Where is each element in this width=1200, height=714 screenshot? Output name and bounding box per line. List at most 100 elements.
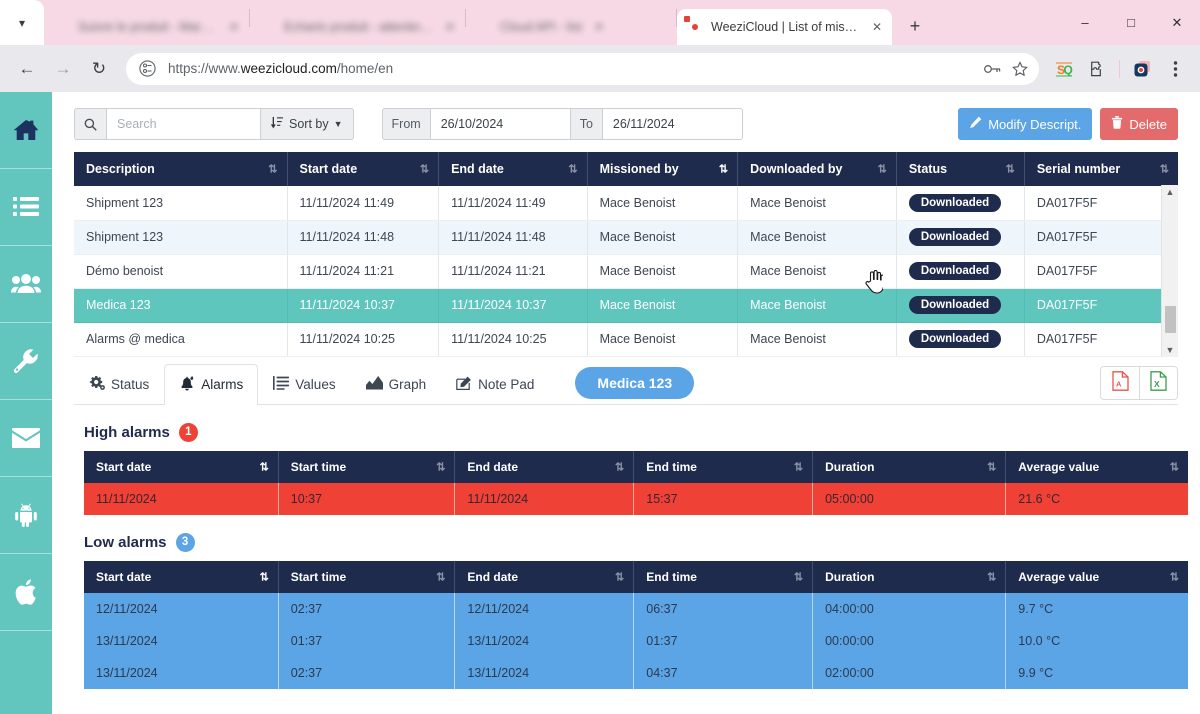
sort-indicator-icon: ⇅ [1169, 571, 1179, 583]
close-icon[interactable]: ✕ [229, 20, 239, 34]
site-settings-icon[interactable] [134, 56, 160, 82]
column-header-start-date[interactable]: Start date ⇅ [287, 152, 440, 186]
reload-icon[interactable]: ↻ [82, 52, 116, 86]
browser-tab-3[interactable]: Cloud API - list ✕ [466, 9, 676, 45]
high-alarms-count-badge: 1 [178, 422, 198, 442]
sort-icon [271, 116, 284, 132]
from-label: From [381, 108, 431, 140]
new-tab-button[interactable]: + [900, 11, 930, 41]
column-header-end-date[interactable]: End date ⇅ [438, 152, 588, 186]
table-row[interactable]: Démo benoist 11/11/2024 11:21 11/11/2024… [74, 254, 1178, 289]
table-row[interactable]: 13/11/2024 02:37 13/11/2024 04:37 02:00:… [84, 656, 1188, 689]
tab-note-pad[interactable]: Note Pad [441, 364, 549, 405]
low-alarms-header-row: Start date ⇅ Start time ⇅ End date ⇅ End ti… [84, 560, 1188, 593]
weezicloud-app-icon[interactable] [1128, 54, 1158, 84]
sort-indicator-icon: ⇅ [1169, 461, 1179, 473]
browser-tab-active[interactable]: WeeziCloud | List of missions ✕ [677, 9, 892, 45]
sidebar-item-home[interactable] [0, 92, 52, 169]
column-header-missioned-by[interactable]: Missioned by ⇅ [587, 152, 739, 186]
column-header-start-date[interactable]: Start date ⇅ [84, 450, 279, 483]
delete-button[interactable]: Delete [1100, 108, 1178, 140]
browser-tab-1[interactable]: Suivre le produit - Mareé tra... ✕ [44, 9, 249, 45]
minimize-button[interactable]: – [1062, 0, 1108, 45]
sidebar-item-apple[interactable] [0, 554, 52, 631]
tab-search-chevron-icon[interactable]: ▾ [0, 0, 44, 45]
extensions-puzzle-icon[interactable] [1081, 54, 1111, 84]
address-bar[interactable]: https://www.weezicloud.com/home/en [126, 52, 1039, 85]
high-alarms-title: High alarms [84, 423, 170, 441]
cell-start-time: 02:37 [278, 592, 456, 625]
android-icon [14, 503, 38, 527]
passkey-icon[interactable] [979, 56, 1005, 82]
table-row[interactable]: Shipment 123 11/11/2024 11:49 11/11/2024… [74, 186, 1178, 221]
scrollbar-thumb[interactable] [1165, 305, 1176, 333]
tab-graph[interactable]: Graph [351, 364, 442, 405]
maximize-button[interactable]: □ [1108, 0, 1154, 45]
tab-status[interactable]: Status [74, 364, 164, 405]
envelope-icon [12, 428, 40, 448]
table-row[interactable]: Shipment 123 11/11/2024 11:48 11/11/2024… [74, 220, 1178, 255]
close-icon[interactable]: ✕ [594, 20, 604, 34]
export-excel-button[interactable]: X [1139, 367, 1177, 399]
sort-by-button[interactable]: Sort by ▼ [261, 108, 354, 140]
sidebar-item-users[interactable] [0, 246, 52, 323]
sidebar-item-tools[interactable] [0, 323, 52, 400]
browser-tab-2[interactable]: Echarts produit - attention... ✕ [250, 9, 465, 45]
missions-table-scrollbar[interactable]: ▲ ▼ [1161, 185, 1178, 357]
column-header-serial-number[interactable]: Serial number ⇅ [1024, 152, 1178, 186]
column-header-description[interactable]: Description ⇅ [74, 152, 288, 186]
column-header-status[interactable]: Status ⇅ [896, 152, 1025, 186]
mission-name-pill[interactable]: Medica 123 [575, 367, 695, 399]
trash-icon [1111, 116, 1123, 132]
chrome-menu-icon[interactable] [1160, 54, 1190, 84]
column-header-end-time[interactable]: End time ⇅ [633, 450, 814, 483]
modify-description-button[interactable]: Modify Descript. [958, 108, 1093, 140]
column-header-start-date[interactable]: Start date ⇅ [84, 560, 279, 593]
table-row[interactable]: 11/11/2024 10:37 11/11/2024 15:37 05:00:… [84, 482, 1188, 515]
forward-icon[interactable]: → [46, 52, 80, 86]
close-icon[interactable]: ✕ [872, 20, 882, 34]
column-header-end-date[interactable]: End date ⇅ [454, 560, 635, 593]
table-row[interactable]: Alarms @ medica 11/11/2024 10:25 11/11/2… [74, 322, 1178, 357]
table-row-selected[interactable]: Medica 123 11/11/2024 10:37 11/11/2024 1… [74, 288, 1178, 323]
column-label: Duration [825, 569, 875, 584]
cell-start-date: 11/11/2024 11:49 [287, 186, 440, 221]
column-header-duration[interactable]: Duration ⇅ [812, 450, 1007, 483]
sidebar-item-android[interactable] [0, 477, 52, 554]
column-header-average-value[interactable]: Average value ⇅ [1005, 560, 1188, 593]
sq-extension-icon[interactable]: S Q [1049, 54, 1079, 84]
column-header-start-time[interactable]: Start time ⇅ [278, 450, 456, 483]
column-header-duration[interactable]: Duration ⇅ [812, 560, 1007, 593]
column-header-end-date[interactable]: End date ⇅ [454, 450, 635, 483]
scroll-up-arrow-icon[interactable]: ▲ [1166, 185, 1175, 199]
excel-file-icon: X [1150, 370, 1167, 396]
scroll-down-arrow-icon[interactable]: ▼ [1166, 343, 1175, 357]
cell-serial-number: DA017F5F [1024, 254, 1178, 289]
application-area: Search Sort by ▼ From 26/10/2024 To 26/1… [0, 92, 1200, 714]
table-row[interactable]: 13/11/2024 01:37 13/11/2024 01:37 00:00:… [84, 624, 1188, 657]
from-date-input[interactable]: 26/10/2024 [430, 108, 571, 140]
table-row[interactable]: 12/11/2024 02:37 12/11/2024 06:37 04:00:… [84, 592, 1188, 625]
column-label: Duration [825, 459, 875, 474]
to-date-input[interactable]: 26/11/2024 [602, 108, 743, 140]
column-header-downloaded-by[interactable]: Downloaded by ⇅ [737, 152, 897, 186]
bookmark-star-icon[interactable] [1007, 56, 1033, 82]
export-pdf-button[interactable]: A [1101, 367, 1139, 399]
tab-label: Values [295, 377, 336, 392]
back-icon[interactable]: ← [10, 52, 44, 86]
sidebar-item-mail[interactable] [0, 400, 52, 477]
close-icon[interactable]: ✕ [445, 20, 455, 34]
column-header-average-value[interactable]: Average value ⇅ [1005, 450, 1188, 483]
close-window-button[interactable]: ✕ [1154, 0, 1200, 45]
column-label: Missioned by [599, 162, 679, 176]
search-input[interactable]: Search [107, 108, 261, 140]
browser-tab-title: Echarts produit - attention... [284, 20, 433, 34]
tab-alarms[interactable]: Alarms [164, 363, 259, 405]
sidebar-item-list[interactable] [0, 169, 52, 246]
tab-values[interactable]: Values [258, 364, 350, 405]
column-header-start-time[interactable]: Start time ⇅ [278, 560, 456, 593]
low-alarms-count-badge: 3 [175, 532, 195, 552]
column-header-end-time[interactable]: End time ⇅ [633, 560, 814, 593]
browser-window: ▾ Suivre le produit - Mareé tra... ✕ Ech… [0, 0, 1200, 714]
cell-duration: 04:00:00 [812, 592, 1007, 625]
